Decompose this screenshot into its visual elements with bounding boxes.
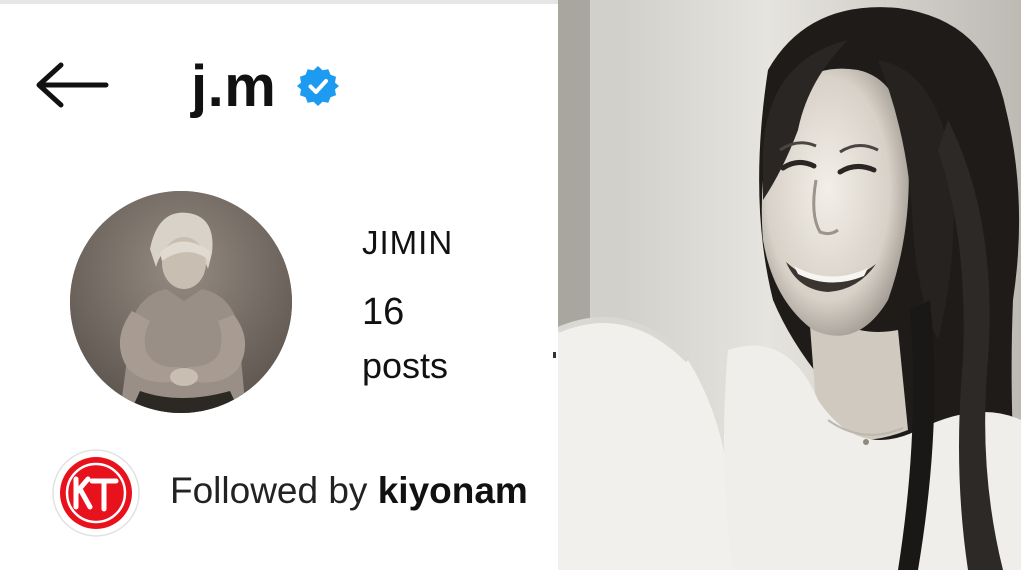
top-divider xyxy=(0,0,558,4)
portrait-photo xyxy=(558,0,1021,570)
followed-by-name[interactable]: kiyonam xyxy=(378,470,528,511)
follower-avatar-logo[interactable] xyxy=(52,449,140,537)
followed-by-text[interactable]: Followed by kiyonam xyxy=(170,470,528,512)
profile-avatar[interactable] xyxy=(70,191,292,413)
verified-badge-icon xyxy=(297,66,339,106)
followed-by-prefix: Followed by xyxy=(170,470,368,511)
portrait-illustration xyxy=(558,0,1021,570)
profile-username: j.m xyxy=(191,54,277,119)
back-arrow-icon[interactable] xyxy=(34,62,110,108)
avatar-photo xyxy=(70,191,292,413)
panel-divider-mark xyxy=(553,352,556,358)
posts-count[interactable]: 16 xyxy=(362,291,404,334)
posts-label[interactable]: posts xyxy=(362,345,448,387)
profile-panel: j.m JIMIN 16 posts Followed by kiyonam xyxy=(0,0,558,570)
profile-display-name: JIMIN xyxy=(362,224,454,261)
